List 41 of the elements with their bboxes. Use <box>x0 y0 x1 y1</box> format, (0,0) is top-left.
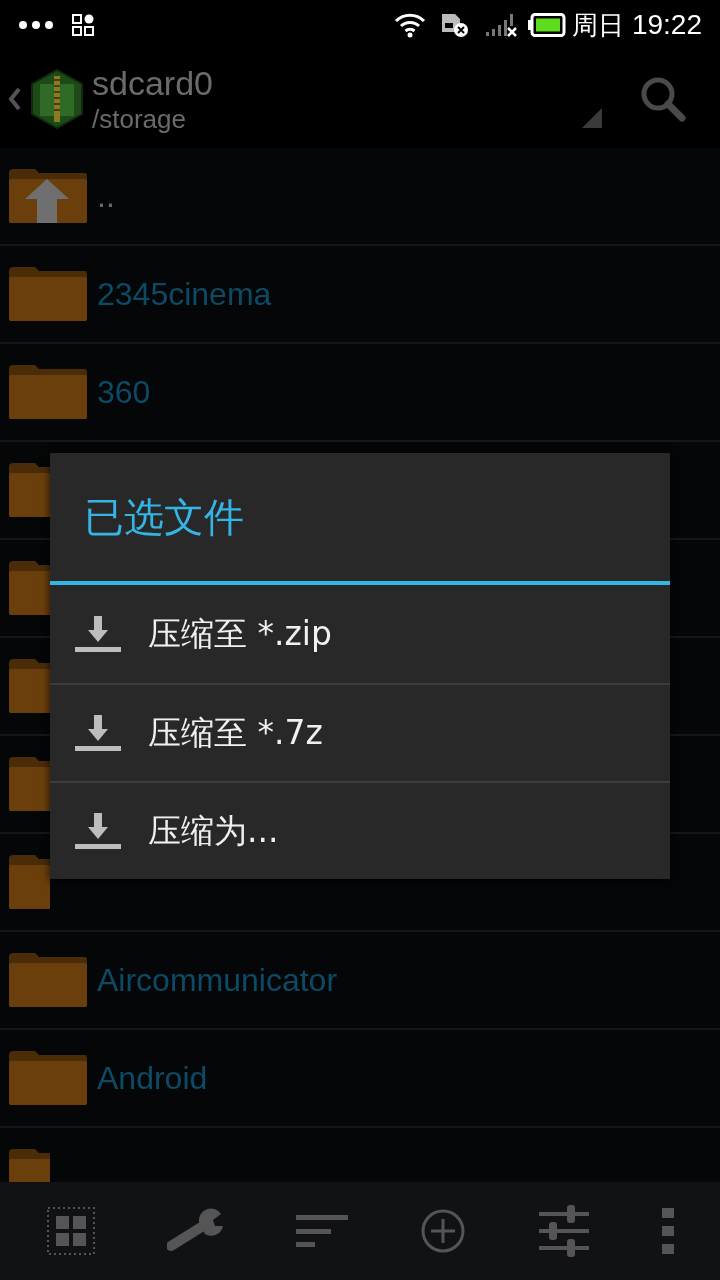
download-icon <box>74 811 122 851</box>
menu-item[interactable]: 压缩至 *.zip <box>50 585 670 683</box>
select-grid-icon[interactable] <box>45 1206 96 1256</box>
dropdown-corner-icon[interactable] <box>582 108 602 128</box>
more-dots-icon <box>18 20 54 30</box>
add-circle-icon[interactable] <box>419 1208 466 1254</box>
parent-folder-icon[interactable] <box>7 167 89 225</box>
download-icon <box>74 713 122 753</box>
folder-icon <box>7 461 50 519</box>
status-day: 周日 <box>571 5 624 45</box>
folder-icon <box>7 853 50 911</box>
folder-icon <box>7 755 50 813</box>
download-icon <box>74 614 122 654</box>
folder-icon <box>7 1049 89 1107</box>
search-icon[interactable] <box>640 76 686 122</box>
folder-icon <box>7 951 89 1009</box>
wrench-icon[interactable] <box>167 1208 225 1254</box>
folder-icon <box>7 363 89 421</box>
file-name[interactable]: 2345cinema <box>97 270 272 318</box>
wifi-icon <box>393 12 426 38</box>
menu-item[interactable]: 压缩为... <box>50 781 670 879</box>
file-name[interactable]: Aircommunicator <box>97 956 338 1004</box>
header-title: sdcard0 <box>92 63 213 103</box>
overflow-menu-icon[interactable] <box>662 1208 675 1254</box>
sort-icon[interactable] <box>296 1214 349 1248</box>
back-chevron-icon[interactable] <box>8 87 22 111</box>
apps-grid-icon <box>72 14 94 36</box>
menu-item[interactable]: 压缩至 *.7z <box>50 683 670 781</box>
file-name[interactable]: Android <box>97 1054 208 1102</box>
status-time: 19:22 <box>631 8 702 42</box>
folder-icon <box>7 559 50 617</box>
battery-icon <box>527 13 566 37</box>
folder-icon <box>7 657 50 715</box>
file-name[interactable]: 360 <box>97 368 151 416</box>
sim-card-error-icon <box>439 12 470 38</box>
folder-icon <box>7 265 89 323</box>
dialog-title: 已选文件 <box>84 493 244 542</box>
header-path: /storage <box>92 103 187 135</box>
sliders-icon[interactable] <box>536 1205 591 1257</box>
file-name[interactable]: .. <box>97 172 115 220</box>
signal-no-service-icon <box>483 12 518 38</box>
